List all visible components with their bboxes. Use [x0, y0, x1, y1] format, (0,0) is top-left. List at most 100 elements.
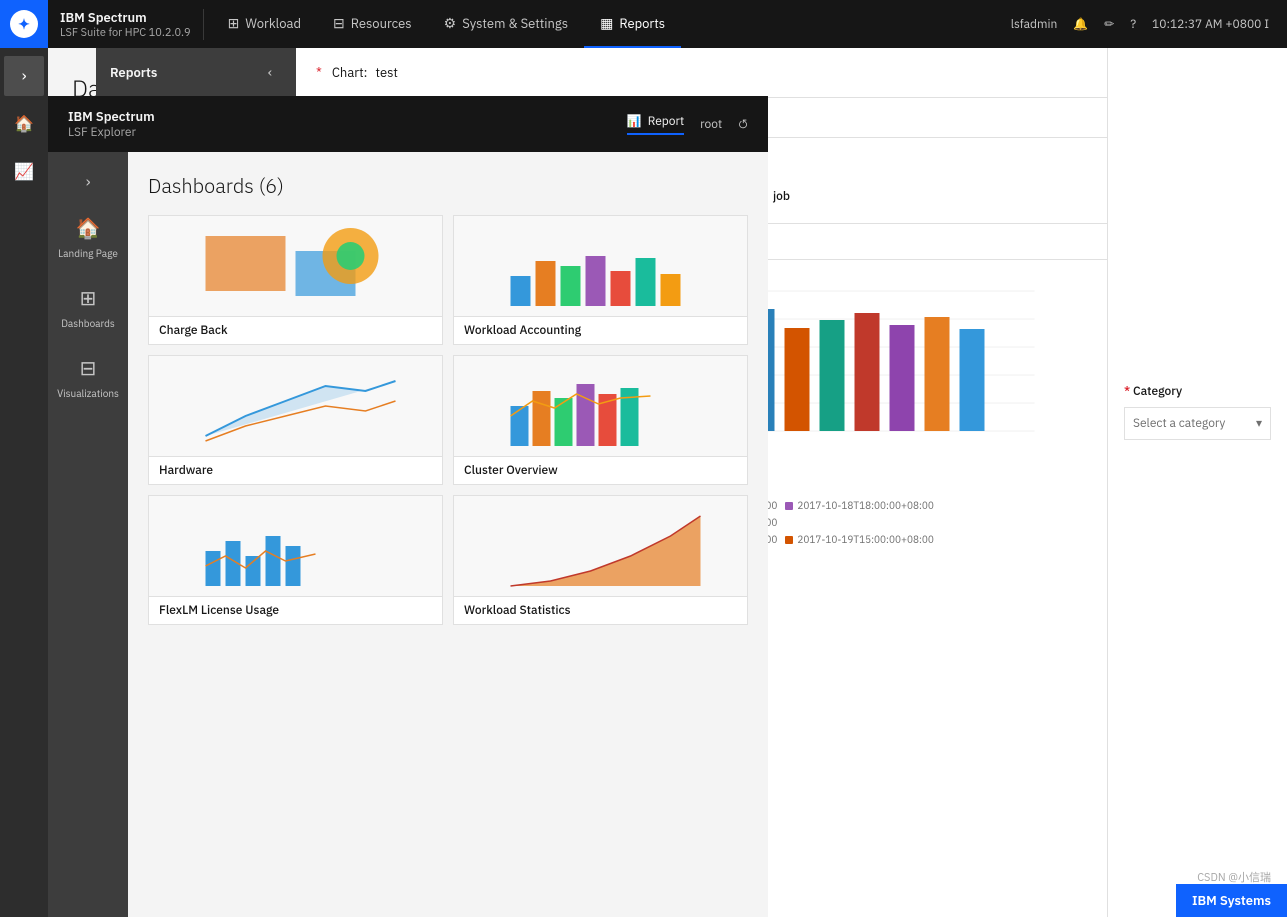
brand-sub: LSF Suite for HPC 10.2.0.9: [60, 26, 191, 40]
category-panel: * Category Select a category ▾: [1107, 48, 1287, 917]
category-placeholder: Select a category: [1133, 416, 1225, 431]
lsf-card-preview: [454, 216, 747, 316]
lsf-explorer: IBM Spectrum LSF Explorer 📊 Report root …: [48, 96, 768, 917]
legend-item-11: 2017-10-19T15:00:00+08:00: [785, 533, 933, 546]
brand-main: IBM Spectrum: [60, 9, 191, 26]
lsf-brand: IBM Spectrum LSF Explorer: [68, 108, 155, 140]
lsf-page-title: Dashboards (6): [148, 172, 748, 199]
nav-settings-label: System & Settings: [462, 15, 568, 32]
category-content: * Category Select a category ▾: [1124, 384, 1271, 440]
lsf-refresh-icon[interactable]: ↺: [738, 117, 748, 132]
lsf-card-chart: [454, 216, 747, 316]
lsf-header: IBM Spectrum LSF Explorer 📊 Report root …: [48, 96, 768, 152]
lsf-card-label: Cluster Overview: [454, 456, 747, 484]
lsf-card-chart: [149, 356, 442, 456]
dashboards-nav-label: Dashboards: [61, 317, 115, 330]
lsf-card-chart: [149, 496, 442, 596]
lsf-nav-visualizations[interactable]: ⊟ Visualizations: [52, 344, 124, 410]
lsf-card-preview: [149, 356, 442, 456]
ibm-systems-label: IBM Systems: [1192, 892, 1271, 909]
required-star: *: [316, 64, 322, 81]
workload-icon: ⊞: [228, 14, 240, 32]
legend-dot-4: [785, 502, 793, 510]
brand: IBM Spectrum LSF Suite for HPC 10.2.0.9: [48, 9, 204, 40]
chart-panel-header: * Chart: test: [296, 48, 1107, 98]
report-icon: 📊: [627, 114, 642, 129]
lsf-card-label: Charge Back: [149, 316, 442, 344]
lsf-card-hardware[interactable]: Hardware: [148, 355, 443, 485]
logo[interactable]: ✦: [0, 0, 48, 48]
dashboards-nav-icon: ⊞: [80, 284, 97, 311]
edit-icon[interactable]: ✏: [1098, 17, 1120, 32]
sidebar-chart-icon[interactable]: 📈: [4, 152, 44, 192]
legend-item-4: 2017-10-18T18:00:00+08:00: [785, 499, 933, 512]
lsf-main-content: Dashboards (6): [128, 152, 768, 917]
lsf-report-tab[interactable]: 📊 Report: [627, 114, 684, 135]
lsf-card-label: Workload Statistics: [454, 596, 747, 624]
chart-label: Chart:: [332, 64, 368, 81]
legend-label-11: 2017-10-19T15:00:00+08:00: [797, 533, 933, 546]
lsf-nav-landing[interactable]: 🏠 Landing Page: [52, 204, 124, 270]
lsf-card-workload-statistics[interactable]: Workload Statistics: [453, 495, 748, 625]
job-label: job: [773, 189, 790, 204]
nav-items: ⊞ Workload ⊟ Resources ⚙ System & Settin…: [204, 0, 993, 48]
watermark: CSDN @小信瑞: [1197, 869, 1271, 885]
cat-required-star: *: [1124, 384, 1130, 399]
notification-icon[interactable]: 🔔: [1067, 17, 1094, 32]
nav-workload[interactable]: ⊞ Workload: [212, 0, 317, 48]
cat-label-text: Category: [1133, 384, 1182, 399]
lsf-card-label: Hardware: [149, 456, 442, 484]
settings-icon: ⚙: [444, 14, 457, 32]
legend-dot-11: [785, 536, 793, 544]
reports-sidebar-header: Reports ‹: [96, 48, 296, 97]
ibm-systems-branding: IBM Systems: [1176, 884, 1287, 917]
lsf-card-preview: [454, 496, 747, 596]
logo-icon: ✦: [10, 10, 38, 38]
user-menu[interactable]: lsfadmin: [1005, 17, 1064, 32]
lsf-brand-main: IBM Spectrum: [68, 108, 155, 125]
category-select[interactable]: Select a category ▾: [1124, 407, 1271, 440]
lsf-user[interactable]: root: [700, 117, 722, 132]
visualizations-icon: ⊟: [80, 354, 97, 381]
lsf-card-workload-accounting[interactable]: Workload Accounting: [453, 215, 748, 345]
nav-resources-label: Resources: [351, 15, 412, 32]
lsf-card-chart: [454, 356, 747, 456]
sidebar-icons: › 🏠 📈: [0, 48, 48, 917]
lsf-brand-sub: LSF Explorer: [68, 125, 155, 140]
landing-label: Landing Page: [58, 247, 118, 260]
lsf-dashboard-grid: Charge Back: [148, 215, 748, 625]
lsf-collapse-btn[interactable]: ›: [52, 164, 124, 200]
lsf-card-label: FlexLM License Usage: [149, 596, 442, 624]
nav-reports[interactable]: ▦ Reports: [584, 0, 681, 48]
top-nav: ✦ IBM Spectrum LSF Suite for HPC 10.2.0.…: [0, 0, 1287, 48]
legend-label-4: 2017-10-18T18:00:00+08:00: [797, 499, 933, 512]
nav-system-settings[interactable]: ⚙ System & Settings: [428, 0, 584, 48]
sidebar-landing-icon[interactable]: 🏠: [4, 104, 44, 144]
lsf-header-right: 📊 Report root ↺: [627, 114, 748, 135]
lsf-nav-dashboards[interactable]: ⊞ Dashboards: [52, 274, 124, 340]
nav-resources[interactable]: ⊟ Resources: [317, 0, 428, 48]
resources-icon: ⊟: [333, 14, 345, 32]
chart-name-value: test: [375, 64, 397, 81]
visualizations-label: Visualizations: [57, 387, 119, 400]
report-tab-label: Report: [648, 114, 684, 129]
landing-icon: 🏠: [76, 214, 101, 241]
reports-title: Reports: [110, 64, 157, 81]
lsf-card-chart: [454, 496, 747, 596]
category-label: * Category: [1124, 384, 1271, 399]
nav-workload-label: Workload: [245, 15, 301, 32]
lsf-card-label: Workload Accounting: [454, 316, 747, 344]
lsf-body: › 🏠 Landing Page ⊞ Dashboards ⊟ Visualiz…: [48, 152, 768, 917]
help-icon[interactable]: ?: [1124, 17, 1142, 32]
lsf-card-preview: [454, 356, 747, 456]
lsf-card-preview: [149, 496, 442, 596]
lsf-card-chart: [149, 216, 442, 316]
category-chevron: ▾: [1256, 416, 1262, 431]
sidebar-collapse-btn[interactable]: ‹: [258, 60, 282, 84]
lsf-card-charge-back[interactable]: Charge Back: [148, 215, 443, 345]
content-area: Dashboards (7) ⊕ New 🗑 Delete: [48, 48, 1287, 917]
main-layout: › 🏠 📈 Dashboards (7) ⊕ New 🗑 Delete: [0, 48, 1287, 917]
sidebar-expand-btn[interactable]: ›: [4, 56, 44, 96]
lsf-card-cluster-overview[interactable]: Cluster Overview: [453, 355, 748, 485]
lsf-card-flexlm[interactable]: FlexLM License Usage: [148, 495, 443, 625]
